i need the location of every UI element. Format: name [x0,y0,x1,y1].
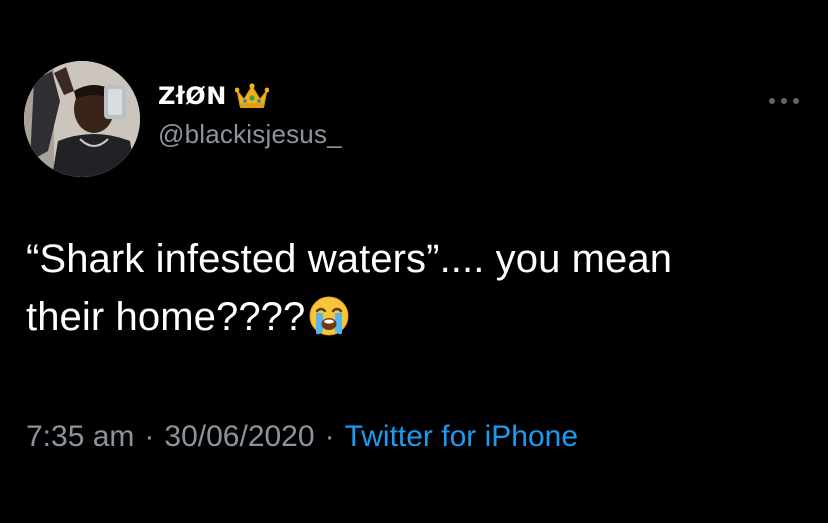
more-options-button[interactable] [764,93,804,109]
tweet-text: “Shark infested waters”.... you mean the… [26,230,806,346]
display-name-row: ZłØN [158,79,342,113]
tweet-date[interactable]: 30/06/2020 [164,420,314,453]
more-horizontal-icon [769,98,799,104]
profile-photo-icon [24,61,140,177]
tweet-text-line-1: “Shark infested waters”.... you mean [26,237,673,281]
handle[interactable]: @blackisjesus_ [158,119,342,150]
tweet-text-line-2-wrap: their home???? [26,288,806,346]
crown-icon [234,82,270,110]
tweet-text-line-2: their home???? [26,295,306,339]
avatar[interactable] [24,61,140,177]
tweet-time: 7:35 am [26,420,135,453]
loudly-crying-face-icon [307,294,351,338]
author-block: ZłØN @blackisjesus_ [158,79,342,150]
tweet-meta: 7:35 am · 30/06/2020 · Twitter for iPhone [26,420,578,454]
meta-separator: · [324,420,335,453]
meta-separator: · [144,420,155,453]
display-name[interactable]: ZłØN [158,82,227,110]
tweet-card: ZłØN @blackisjesus_ “Shark infested wate… [0,0,828,523]
tweet-source-link[interactable]: Twitter for iPhone [345,420,578,453]
